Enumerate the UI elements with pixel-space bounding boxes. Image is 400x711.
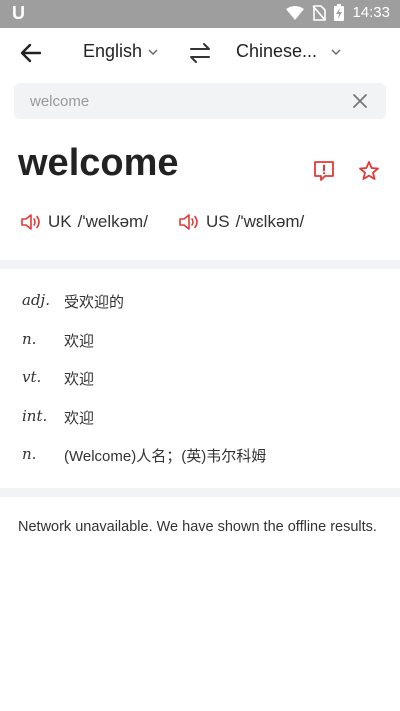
- section-divider: [0, 260, 400, 269]
- us-phonetic: /'wɛlkəm/: [235, 212, 305, 231]
- definition-item: vt. 欢迎: [0, 360, 400, 399]
- part-of-speech: vt.: [22, 368, 42, 386]
- part-of-speech: n.: [22, 329, 37, 348]
- uk-pronunciation[interactable]: UK /'welkəm/: [20, 212, 148, 232]
- swap-languages-icon[interactable]: [188, 41, 212, 65]
- definition-text: (Welcome)人名；(英)韦尔科姆: [64, 448, 267, 465]
- wifi-icon: [286, 5, 305, 20]
- no-sim-icon: [312, 4, 327, 21]
- battery-charging-icon: [334, 4, 345, 21]
- status-icons: 14:33: [286, 4, 390, 21]
- speaker-icon: [179, 214, 198, 230]
- search-bar: [14, 83, 386, 119]
- definition-text: 欢迎: [64, 409, 95, 427]
- part-of-speech: adj.: [22, 291, 50, 309]
- part-of-speech: n.: [22, 445, 37, 463]
- report-icon[interactable]: [313, 160, 335, 182]
- language-toolbar: English Chinese...: [0, 28, 400, 76]
- chevron-down-icon: [148, 49, 158, 55]
- definition-text: 欢迎: [64, 371, 95, 388]
- definition-item: n. 欢迎: [0, 322, 400, 361]
- uk-label: UK: [48, 212, 72, 231]
- section-divider: [0, 488, 400, 497]
- status-time: 14:33: [352, 4, 390, 21]
- definition-text: 受欢迎的: [64, 294, 125, 311]
- offline-notice: Network unavailable. We have shown the o…: [18, 519, 377, 535]
- status-bar: U 14:33: [0, 0, 400, 28]
- definition-item: int. 欢迎: [0, 399, 400, 438]
- target-language-selector[interactable]: Chinese...: [236, 41, 341, 62]
- source-language-selector[interactable]: English: [83, 41, 158, 62]
- definition-item: adj. 受欢迎的: [0, 283, 400, 322]
- definition-list: adj. 受欢迎的 n. 欢迎 vt. 欢迎 int. 欢迎 n. (Welco…: [0, 283, 400, 476]
- app-notification-icon: U: [12, 3, 25, 23]
- clear-icon[interactable]: [352, 93, 368, 109]
- back-arrow-icon[interactable]: [18, 40, 44, 66]
- star-favorite-icon[interactable]: [358, 160, 380, 182]
- chevron-down-icon: [331, 49, 341, 55]
- definition-item: n. (Welcome)人名；(英)韦尔科姆: [0, 437, 400, 476]
- definition-text: 欢迎: [64, 332, 95, 350]
- uk-phonetic: /'welkəm/: [77, 212, 148, 231]
- headword: welcome: [18, 142, 179, 184]
- source-language-label: English: [83, 41, 143, 61]
- us-pronunciation[interactable]: US /'wɛlkəm/: [178, 212, 304, 232]
- part-of-speech: int.: [22, 406, 48, 425]
- target-language-label: Chinese...: [236, 41, 318, 61]
- search-input[interactable]: [30, 83, 330, 119]
- speaker-icon: [21, 214, 40, 230]
- us-label: US: [206, 212, 230, 231]
